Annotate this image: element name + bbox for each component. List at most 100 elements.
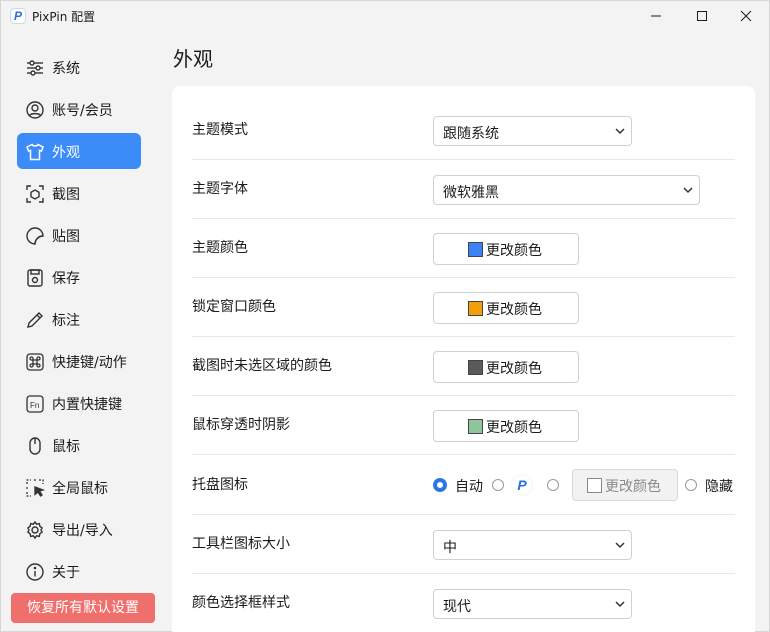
setting-label: 托盘图标 — [192, 477, 248, 493]
lock-window-color-button[interactable]: 更改颜色 — [433, 292, 579, 324]
chevron-down-icon — [615, 128, 625, 135]
setting-label: 颜色选择框样式 — [192, 595, 290, 611]
theme-mode-select[interactable]: 跟随系统 — [433, 116, 632, 146]
pixpin-logo-icon: P — [511, 474, 533, 496]
sidebar: 系统 账号/会员 外观 截图 贴图 保存 标注 快捷键/动作 Fn 内置快捷键 … — [1, 31, 156, 632]
save-icon — [27, 269, 43, 287]
passthrough-shadow-color-button[interactable]: 更改颜色 — [433, 410, 579, 442]
sidebar-item-label: 鼠标 — [52, 439, 80, 455]
button-label: 更改颜色 — [486, 420, 542, 436]
sidebar-item-about[interactable]: 关于 — [17, 553, 141, 589]
chevron-down-icon — [615, 542, 625, 549]
setting-label: 主题字体 — [192, 181, 248, 197]
setting-row-theme-color: 主题颜色 更改颜色 — [192, 219, 735, 278]
chevron-down-icon — [683, 187, 693, 194]
sliders-icon — [27, 60, 43, 76]
shirt-icon — [26, 143, 44, 161]
tray-custom-color-button: 更改颜色 — [572, 469, 678, 501]
theme-color-button[interactable]: 更改颜色 — [433, 233, 579, 265]
minimize-button[interactable] — [633, 1, 679, 31]
settings-window: P PixPin 配置 系统 账号/会员 外观 截图 贴图 保存 标注 快捷键/… — [0, 0, 770, 632]
color-picker-style-select[interactable]: 现代 — [433, 589, 632, 619]
maximize-icon — [697, 11, 707, 21]
tray-hide-radio[interactable] — [685, 479, 697, 491]
maximize-button[interactable] — [679, 1, 725, 31]
minimize-icon — [651, 15, 661, 17]
setting-row-theme-font: 主题字体 微软雅黑 — [192, 160, 735, 219]
color-swatch — [468, 301, 483, 316]
sidebar-item-screenshot[interactable]: 截图 — [17, 175, 141, 211]
unselected-area-color-button[interactable]: 更改颜色 — [433, 351, 579, 383]
setting-row-passthrough-shadow: 鼠标穿透时阴影 更改颜色 — [192, 396, 735, 455]
title-bar: P PixPin 配置 — [1, 1, 769, 31]
sidebar-item-appearance[interactable]: 外观 — [17, 133, 141, 169]
button-label: 更改颜色 — [605, 479, 661, 495]
setting-row-color-picker-style: 颜色选择框样式 现代 — [192, 574, 735, 632]
sidebar-item-annotate[interactable]: 标注 — [17, 301, 141, 337]
tray-auto-radio[interactable] — [433, 478, 447, 492]
mouse-icon — [29, 437, 41, 455]
sidebar-item-global-mouse[interactable]: 全局鼠标 — [17, 469, 141, 505]
pencil-icon — [27, 312, 43, 328]
sidebar-item-label: 内置快捷键 — [52, 397, 122, 413]
setting-row-lock-window-color: 锁定窗口颜色 更改颜色 — [192, 278, 735, 337]
user-icon — [26, 101, 44, 119]
sidebar-item-label: 标注 — [52, 313, 80, 329]
setting-label: 主题模式 — [192, 122, 248, 138]
setting-row-unselected-area-color: 截图时未选区域的颜色 更改颜色 — [192, 337, 735, 396]
close-button[interactable] — [723, 1, 769, 31]
sidebar-item-label: 系统 — [52, 61, 80, 77]
sidebar-item-builtin-shortcuts[interactable]: Fn 内置快捷键 — [17, 385, 141, 421]
cursor-select-icon — [26, 479, 45, 497]
setting-row-toolbar-icon-size: 工具栏图标大小 中 — [192, 515, 735, 574]
page-title: 外观 — [173, 47, 213, 71]
color-swatch — [468, 242, 483, 257]
color-swatch — [468, 419, 483, 434]
gear-icon — [26, 520, 44, 540]
command-key-icon — [26, 353, 44, 371]
sidebar-item-label: 贴图 — [52, 229, 80, 245]
sidebar-item-mouse[interactable]: 鼠标 — [17, 427, 141, 463]
setting-label: 主题颜色 — [192, 240, 248, 256]
window-title: PixPin 配置 — [32, 10, 96, 24]
select-value: 中 — [443, 540, 457, 556]
color-swatch — [587, 478, 602, 493]
setting-label: 工具栏图标大小 — [192, 536, 290, 552]
setting-label: 鼠标穿透时阴影 — [192, 417, 290, 433]
setting-label: 锁定窗口颜色 — [192, 299, 276, 315]
sidebar-item-account[interactable]: 账号/会员 — [17, 91, 141, 127]
theme-font-select[interactable]: 微软雅黑 — [433, 175, 700, 205]
tray-auto-label: 自动 — [455, 479, 483, 495]
fn-key-icon: Fn — [26, 395, 44, 413]
tray-hide-label: 隐藏 — [705, 479, 733, 495]
sidebar-item-label: 快捷键/动作 — [52, 355, 127, 371]
sidebar-item-export-import[interactable]: 导出/导入 — [17, 511, 141, 547]
select-value: 现代 — [443, 599, 471, 615]
sidebar-item-label: 账号/会员 — [52, 103, 113, 119]
sidebar-item-save[interactable]: 保存 — [17, 259, 141, 295]
setting-label: 截图时未选区域的颜色 — [192, 358, 332, 374]
svg-text:Fn: Fn — [30, 401, 39, 410]
sidebar-item-label: 关于 — [52, 565, 80, 581]
close-icon — [740, 10, 752, 22]
toolbar-icon-size-select[interactable]: 中 — [433, 530, 632, 560]
sidebar-item-label: 保存 — [52, 271, 80, 287]
tray-custom-radio[interactable] — [547, 479, 559, 491]
sidebar-item-label: 外观 — [52, 145, 80, 161]
settings-panel: 主题模式 跟随系统 主题字体 微软雅黑 主题颜色 更改颜色 锁定窗口颜色 更改颜… — [172, 86, 755, 632]
sidebar-item-label: 导出/导入 — [52, 523, 113, 539]
color-swatch — [468, 360, 483, 375]
button-label: 更改颜色 — [486, 243, 542, 259]
setting-row-theme-mode: 主题模式 跟随系统 — [192, 101, 735, 160]
button-label: 更改颜色 — [486, 361, 542, 377]
button-label: 更改颜色 — [486, 302, 542, 318]
reset-defaults-button[interactable]: 恢复所有默认设置 — [11, 593, 155, 623]
tray-logo-radio[interactable] — [492, 479, 504, 491]
sidebar-item-system[interactable]: 系统 — [17, 49, 141, 85]
sticker-icon — [26, 227, 44, 245]
setting-row-tray-icon: 托盘图标 自动 P 更改颜色 隐藏 — [192, 455, 735, 515]
select-value: 跟随系统 — [443, 126, 499, 142]
sidebar-item-shortcuts[interactable]: 快捷键/动作 — [17, 343, 141, 379]
sidebar-item-sticker[interactable]: 贴图 — [17, 217, 141, 253]
info-icon — [26, 563, 44, 581]
